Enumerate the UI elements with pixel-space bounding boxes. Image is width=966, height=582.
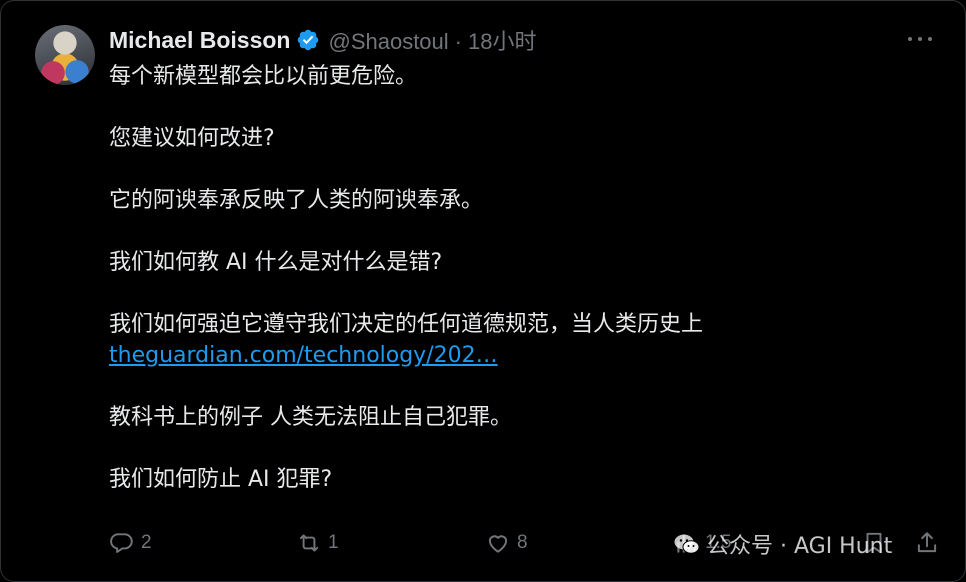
tweet-paragraph: 每个新模型都会比以前更危险。 (109, 64, 418, 89)
tweet-paragraph: 我们如何防止 AI 犯罪? (109, 467, 333, 492)
tweet-paragraph: 您建议如何改进? (109, 126, 275, 151)
handle-line: @Shaostoul · 18小时 (328, 24, 536, 56)
separator-dot: · (454, 29, 462, 54)
dot (908, 37, 912, 41)
tweet-paragraph: 我们如何强迫它遵守我们决定的任何道德规范，当人类历史上 theguardian.… (109, 309, 929, 371)
tweet-paragraph: 教科书上的例子 人类无法阻止自己犯罪。 (109, 405, 512, 430)
reply-count: 2 (141, 532, 152, 553)
more-options-icon[interactable] (905, 27, 935, 51)
watermark: 公众号 · AGI Hunt (673, 529, 892, 559)
tweet-text: 每个新模型都会比以前更危险。 您建议如何改进? 它的阿谀奉承反映了人类的阿谀奉承… (109, 61, 929, 495)
retweet-button[interactable]: 1 (296, 527, 339, 559)
tweet-paragraph-text: 我们如何强迫它遵守我们决定的任何道德规范，当人类历史上 (109, 312, 704, 337)
avatar[interactable] (35, 25, 95, 85)
share-icon (917, 532, 937, 553)
reply-icon (110, 533, 133, 553)
dot (928, 37, 932, 41)
verified-badge-icon (296, 28, 320, 52)
handle[interactable]: @Shaostoul (328, 29, 448, 54)
share-button[interactable] (914, 527, 946, 559)
retweet-count: 1 (328, 532, 339, 553)
watermark-text: 公众号 · AGI Hunt (707, 534, 893, 559)
retweet-icon (299, 534, 319, 552)
article-link[interactable]: theguardian.com/technology/202… (109, 343, 498, 368)
timestamp[interactable]: 18小时 (468, 29, 536, 54)
dot (918, 37, 922, 41)
like-button[interactable]: 8 (485, 527, 528, 559)
tweet-paragraph: 它的阿谀奉承反映了人类的阿谀奉承。 (109, 188, 484, 213)
reply-button[interactable]: 2 (109, 527, 152, 559)
tweet-paragraph: 我们如何教 AI 什么是对什么是错? (109, 250, 443, 275)
wechat-icon (674, 534, 700, 554)
tweet-header: Michael Boisson @Shaostoul · 18小时 (109, 25, 536, 55)
heart-icon (488, 535, 508, 553)
display-name[interactable]: Michael Boisson (109, 27, 290, 54)
tweet-card: Michael Boisson @Shaostoul · 18小时 每个新模型都会比… (0, 0, 966, 582)
like-count: 8 (517, 532, 528, 553)
